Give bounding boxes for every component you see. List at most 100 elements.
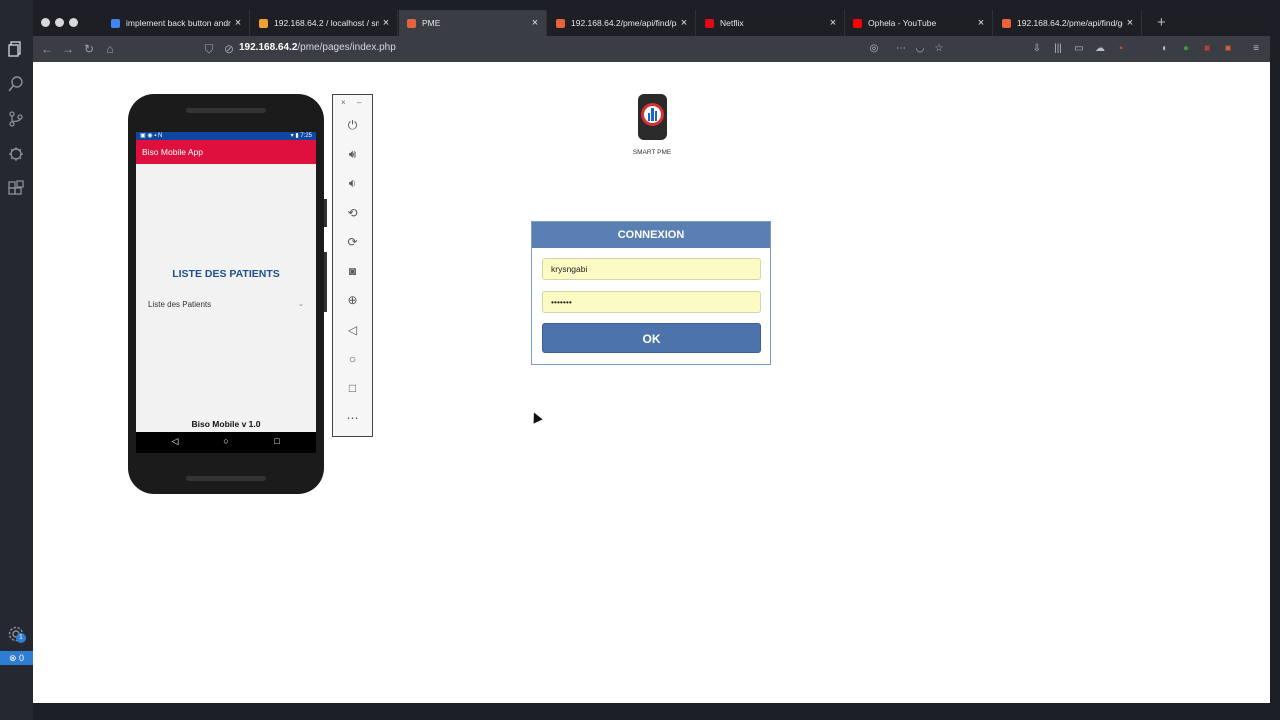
chevron-down-icon: ⌄ [298, 301, 304, 308]
adblock-icon[interactable]: ▪ [1113, 41, 1129, 57]
menu-icon[interactable]: ≡ [1248, 41, 1264, 57]
extension-icon[interactable]: ☁ [1092, 41, 1108, 57]
tab-close-icon[interactable]: × [826, 17, 840, 29]
tab-label: Ophela - YouTube [868, 18, 937, 28]
android-recents-icon[interactable]: □ [271, 436, 283, 446]
tab-label: 192.168.64.2/pme/api/find/patie [571, 18, 677, 28]
new-tab-button[interactable]: + [1157, 14, 1166, 31]
back-icon[interactable]: ◁ [344, 322, 361, 339]
overview-icon[interactable]: □ [344, 380, 361, 397]
phone-speaker [186, 108, 266, 113]
extensions-icon[interactable] [7, 180, 25, 198]
browser-tab[interactable]: 192.168.64.2 / localhost / smart× [251, 10, 398, 36]
tab-close-icon[interactable]: × [974, 17, 988, 29]
location-icon[interactable]: ◎ [866, 41, 882, 57]
tab-close-icon[interactable]: × [528, 17, 542, 29]
browser-tab[interactable]: Ophela - YouTube × [845, 10, 993, 36]
home-button[interactable]: ⌂ [102, 41, 118, 57]
navigation-toolbar: ← → ↻ ⌂ ⛉ ⊘ 192.168.64.2/pme/pages/index… [33, 36, 1270, 62]
search-icon[interactable] [7, 75, 25, 93]
android-nav-bar: ◁ ○ □ [136, 432, 316, 453]
login-header: CONNEXION [532, 222, 770, 248]
url-host: 192.168.64.2 [239, 42, 298, 53]
app-version: Biso Mobile v 1.0 [191, 419, 261, 429]
patients-picker[interactable]: Liste des Patients ⌄ [148, 300, 304, 312]
problems-status[interactable]: ⊗ 0 [0, 651, 33, 665]
tab-favicon-icon [407, 18, 416, 28]
forward-button[interactable]: → [60, 41, 76, 57]
ok-button[interactable]: OK [542, 323, 761, 353]
extension2-icon[interactable]: ◐ [1157, 41, 1173, 57]
extension5-icon[interactable]: ■ [1220, 41, 1236, 57]
files-icon[interactable] [7, 40, 25, 58]
volume-up-icon[interactable]: 🔊︎ [344, 146, 361, 163]
android-back-icon[interactable]: ◁ [169, 436, 181, 447]
username-field[interactable]: krysngabi [542, 258, 761, 280]
tab-favicon-icon [705, 18, 714, 28]
settings-badge: 1 [16, 633, 26, 643]
patients-list-title: LISTE DES PATIENTS [172, 268, 280, 280]
tab-close-icon[interactable]: × [1123, 17, 1137, 29]
emulator-minimize-button[interactable]: – [357, 98, 361, 107]
volume-down-icon[interactable]: 🔉︎ [344, 175, 361, 192]
more-icon[interactable]: ⋯ [344, 410, 361, 427]
camera-icon[interactable]: ◙ [344, 263, 361, 280]
power-icon[interactable]: ⏻ [344, 117, 361, 134]
tab-close-icon[interactable]: × [379, 17, 393, 29]
status-icons-left: ▣ ◉ ▪ N [140, 133, 163, 139]
browser-tab[interactable]: 192.168.64.2/pme/api/find/getP× [994, 10, 1142, 36]
lock-icon[interactable]: ⊘ [221, 41, 237, 57]
tab-label: 192.168.64.2/pme/api/find/getP [1017, 18, 1123, 28]
sidebar-icon[interactable]: ▭ [1071, 41, 1087, 57]
tab-close-icon[interactable]: × [231, 17, 245, 29]
zoom-icon[interactable]: ⊕ [344, 292, 361, 309]
downloads-icon[interactable]: ⇩ [1029, 41, 1045, 57]
password-field[interactable]: ••••••• [542, 291, 761, 313]
tab-favicon-icon [556, 18, 565, 28]
tab-favicon-icon [853, 18, 862, 28]
reload-button[interactable]: ↻ [81, 41, 97, 57]
rotate-right-icon[interactable]: ⟳ [344, 234, 361, 251]
minimize-window-button[interactable] [55, 18, 64, 27]
android-home-icon[interactable]: ○ [220, 436, 232, 446]
bookmark-star-icon[interactable]: ☆ [931, 41, 947, 57]
login-panel: CONNEXION krysngabi ••••••• OK [531, 221, 771, 365]
phone-bottom-speaker [186, 476, 266, 481]
picker-label: Liste des Patients [148, 300, 212, 309]
brand-name: SMART PME [632, 149, 672, 156]
emulator-close-button[interactable]: × [341, 98, 346, 107]
debug-icon[interactable] [7, 145, 25, 163]
android-status-bar: ▣ ◉ ▪ N ▾ ▮ 7:25 [136, 132, 316, 140]
home-icon[interactable]: ○ [344, 351, 361, 368]
library-icon[interactable]: ||| [1050, 41, 1066, 57]
browser-tab[interactable]: PME × [399, 10, 547, 36]
smart-pme-logo [638, 94, 667, 140]
back-button[interactable]: ← [39, 41, 55, 57]
tab-label: implement back button android [126, 18, 231, 28]
tab-label: 192.168.64.2 / localhost / smart [274, 18, 379, 28]
browser-tab[interactable]: implement back button android × [103, 10, 250, 36]
url-path: /pme/pages/index.php [297, 42, 396, 53]
url-bar[interactable]: 192.168.64.2/pme/pages/index.php [239, 42, 396, 53]
logo-bars [648, 108, 657, 121]
page-viewport: ▣ ◉ ▪ N ▾ ▮ 7:25 Biso Mobile App LISTE D… [33, 62, 1270, 703]
maximize-window-button[interactable] [69, 18, 78, 27]
pocket-icon[interactable]: ◡ [912, 41, 928, 57]
phone-screen: ▣ ◉ ▪ N ▾ ▮ 7:25 Biso Mobile App LISTE D… [136, 132, 316, 453]
status-clock: ▾ ▮ 7:25 [290, 133, 312, 139]
more-actions-icon[interactable]: ⋯ [893, 41, 909, 57]
browser-window: implement back button android × 192.168.64… [33, 10, 1270, 703]
tab-strip: implement back button android × 192.168.64… [33, 10, 1270, 36]
shield-icon[interactable]: ⛉ [201, 41, 217, 57]
browser-tab[interactable]: 192.168.64.2/pme/api/find/patie× [548, 10, 696, 36]
android-emulator-phone: ▣ ◉ ▪ N ▾ ▮ 7:25 Biso Mobile App LISTE D… [128, 94, 327, 494]
rotate-left-icon[interactable]: ⟲ [344, 205, 361, 222]
source-control-icon[interactable] [7, 110, 25, 128]
close-window-button[interactable] [41, 18, 50, 27]
vscode-activity-bar: 1 ⊗ 0 [0, 0, 33, 720]
extension3-icon[interactable]: ● [1178, 41, 1194, 57]
phone-side-button [324, 199, 327, 227]
browser-tab[interactable]: Netflix × [697, 10, 845, 36]
tab-close-icon[interactable]: × [677, 17, 691, 29]
extension4-icon[interactable]: ■ [1199, 41, 1215, 57]
